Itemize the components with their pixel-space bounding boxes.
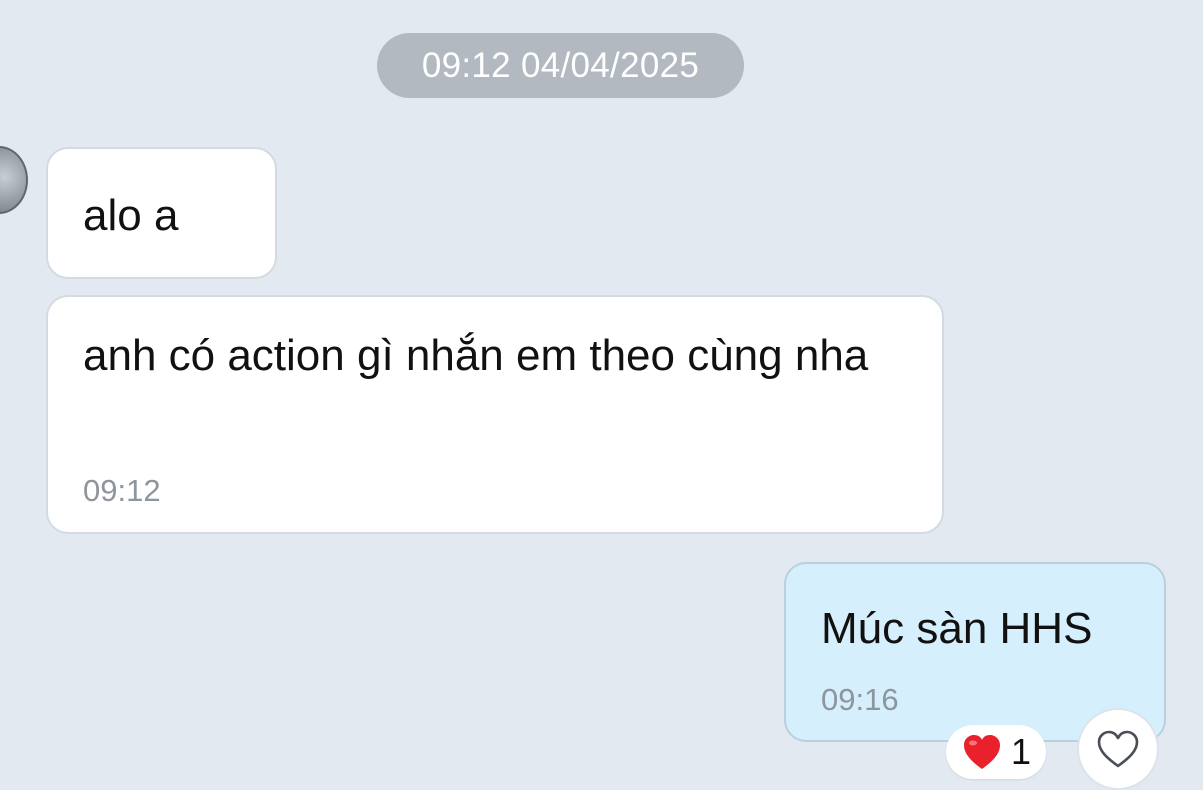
message-bubble-incoming[interactable]: alo a (46, 147, 277, 279)
message-bubble-incoming[interactable]: anh có action gì nhắn em theo cùng nha 0… (46, 295, 944, 534)
message-timestamp: 09:12 (83, 473, 161, 508)
reaction-count: 1 (1010, 731, 1032, 772)
message-timestamp: 09:16 (821, 682, 899, 717)
date-separator: 09:12 04/04/2025 (377, 33, 744, 98)
heart-emoji-icon (963, 735, 1000, 769)
message-text: Múc sàn HHS (821, 604, 1093, 653)
message-text: alo a (83, 191, 179, 240)
react-button[interactable] (1077, 708, 1159, 790)
heart-outline-icon (1097, 730, 1139, 768)
sender-avatar[interactable] (0, 146, 28, 214)
reaction-summary[interactable]: 1 (946, 725, 1046, 779)
message-text: anh có action gì nhắn em theo cùng nha (83, 331, 869, 380)
